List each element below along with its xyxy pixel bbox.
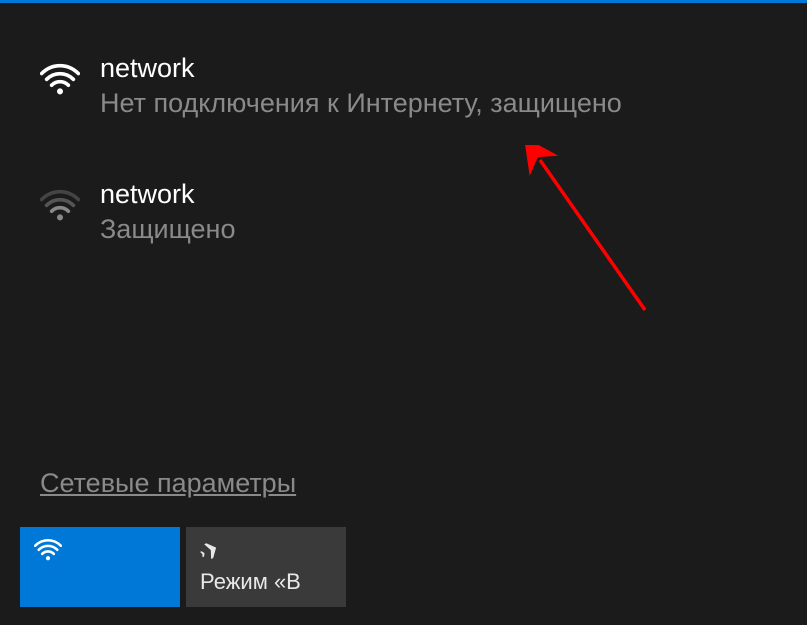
tile-label: Режим «В <box>200 569 332 595</box>
quick-action-tiles: Режим «В <box>20 527 787 607</box>
network-list: network Нет подключения к Интернету, защ… <box>0 3 807 245</box>
wifi-icon <box>34 537 62 561</box>
network-info: network Защищено <box>100 179 767 245</box>
airplane-mode-tile[interactable]: Режим «В <box>186 527 346 607</box>
wifi-tile[interactable] <box>20 527 180 607</box>
network-name: network <box>100 179 767 210</box>
settings-section: Сетевые параметры Режим «В <box>0 468 807 625</box>
wifi-icon <box>40 187 80 227</box>
network-name: network <box>100 53 767 84</box>
network-status: Защищено <box>100 214 767 245</box>
network-status: Нет подключения к Интернету, защищено <box>100 88 767 119</box>
network-info: network Нет подключения к Интернету, защ… <box>100 53 767 119</box>
network-settings-link[interactable]: Сетевые параметры <box>40 468 296 499</box>
airplane-icon <box>200 537 228 561</box>
network-item-connected[interactable]: network Нет подключения к Интернету, защ… <box>40 53 767 119</box>
network-item-available[interactable]: network Защищено <box>40 179 767 245</box>
wifi-icon <box>40 61 80 101</box>
